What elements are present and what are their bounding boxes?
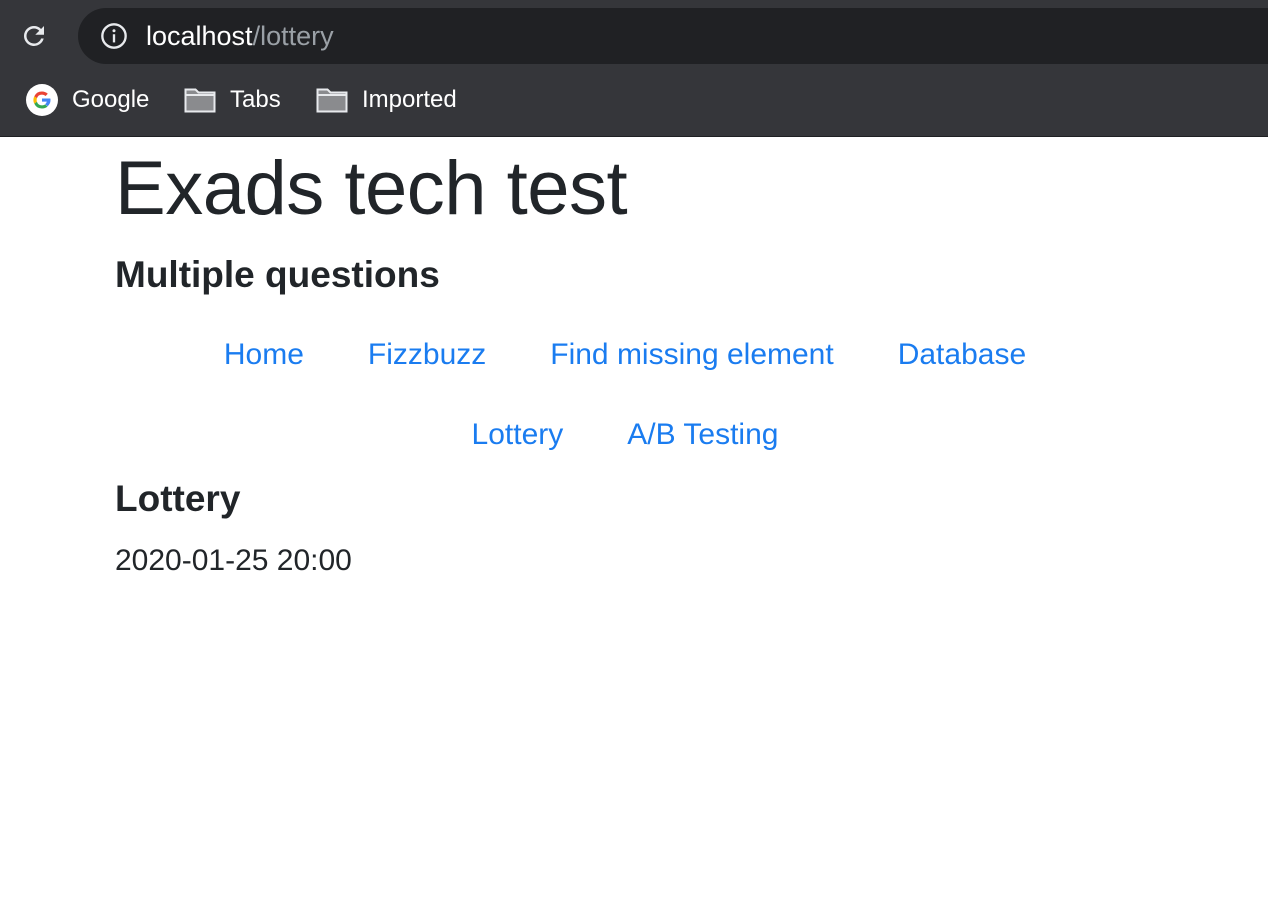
bookmark-tabs[interactable]: Tabs bbox=[184, 82, 281, 118]
nav-link-lottery[interactable]: Lottery bbox=[472, 417, 564, 453]
url-text[interactable]: localhost/lottery bbox=[146, 21, 334, 51]
nav-row-primary: Home Fizzbuzz Find missing element Datab… bbox=[115, 337, 1135, 373]
nav-link-ab-testing[interactable]: A/B Testing bbox=[627, 417, 778, 453]
info-icon[interactable] bbox=[100, 22, 128, 50]
browser-toolbar: localhost/lottery Google Tabs Imported bbox=[0, 0, 1268, 137]
google-icon bbox=[26, 84, 58, 116]
nav-row-secondary: Lottery A/B Testing bbox=[115, 417, 1135, 453]
bookmark-imported[interactable]: Imported bbox=[316, 82, 457, 118]
nav-link-home[interactable]: Home bbox=[224, 337, 304, 373]
bookmarks-bar: Google Tabs Imported bbox=[0, 72, 1268, 128]
url-path: /lottery bbox=[252, 21, 334, 51]
folder-icon bbox=[184, 87, 216, 113]
nav-link-fizzbuzz[interactable]: Fizzbuzz bbox=[368, 337, 486, 373]
page-content: Exads tech test Multiple questions Home … bbox=[0, 137, 1268, 914]
nav-link-database[interactable]: Database bbox=[898, 337, 1026, 373]
url-host: localhost bbox=[146, 21, 253, 51]
bookmark-label: Tabs bbox=[230, 86, 281, 113]
folder-icon bbox=[316, 87, 348, 113]
bookmark-label: Google bbox=[72, 86, 150, 113]
bookmark-google[interactable]: Google bbox=[26, 82, 149, 118]
address-bar[interactable]: localhost/lottery bbox=[78, 8, 1268, 64]
reload-button[interactable] bbox=[14, 16, 54, 56]
lottery-date: 2020-01-25 20:00 bbox=[115, 544, 352, 577]
nav-link-find-missing-element[interactable]: Find missing element bbox=[550, 337, 833, 373]
page-subtitle: Multiple questions bbox=[115, 254, 440, 295]
bookmark-label: Imported bbox=[362, 86, 457, 113]
section-title: Lottery bbox=[115, 478, 241, 519]
reload-icon bbox=[24, 25, 44, 46]
page-title: Exads tech test bbox=[115, 146, 628, 231]
